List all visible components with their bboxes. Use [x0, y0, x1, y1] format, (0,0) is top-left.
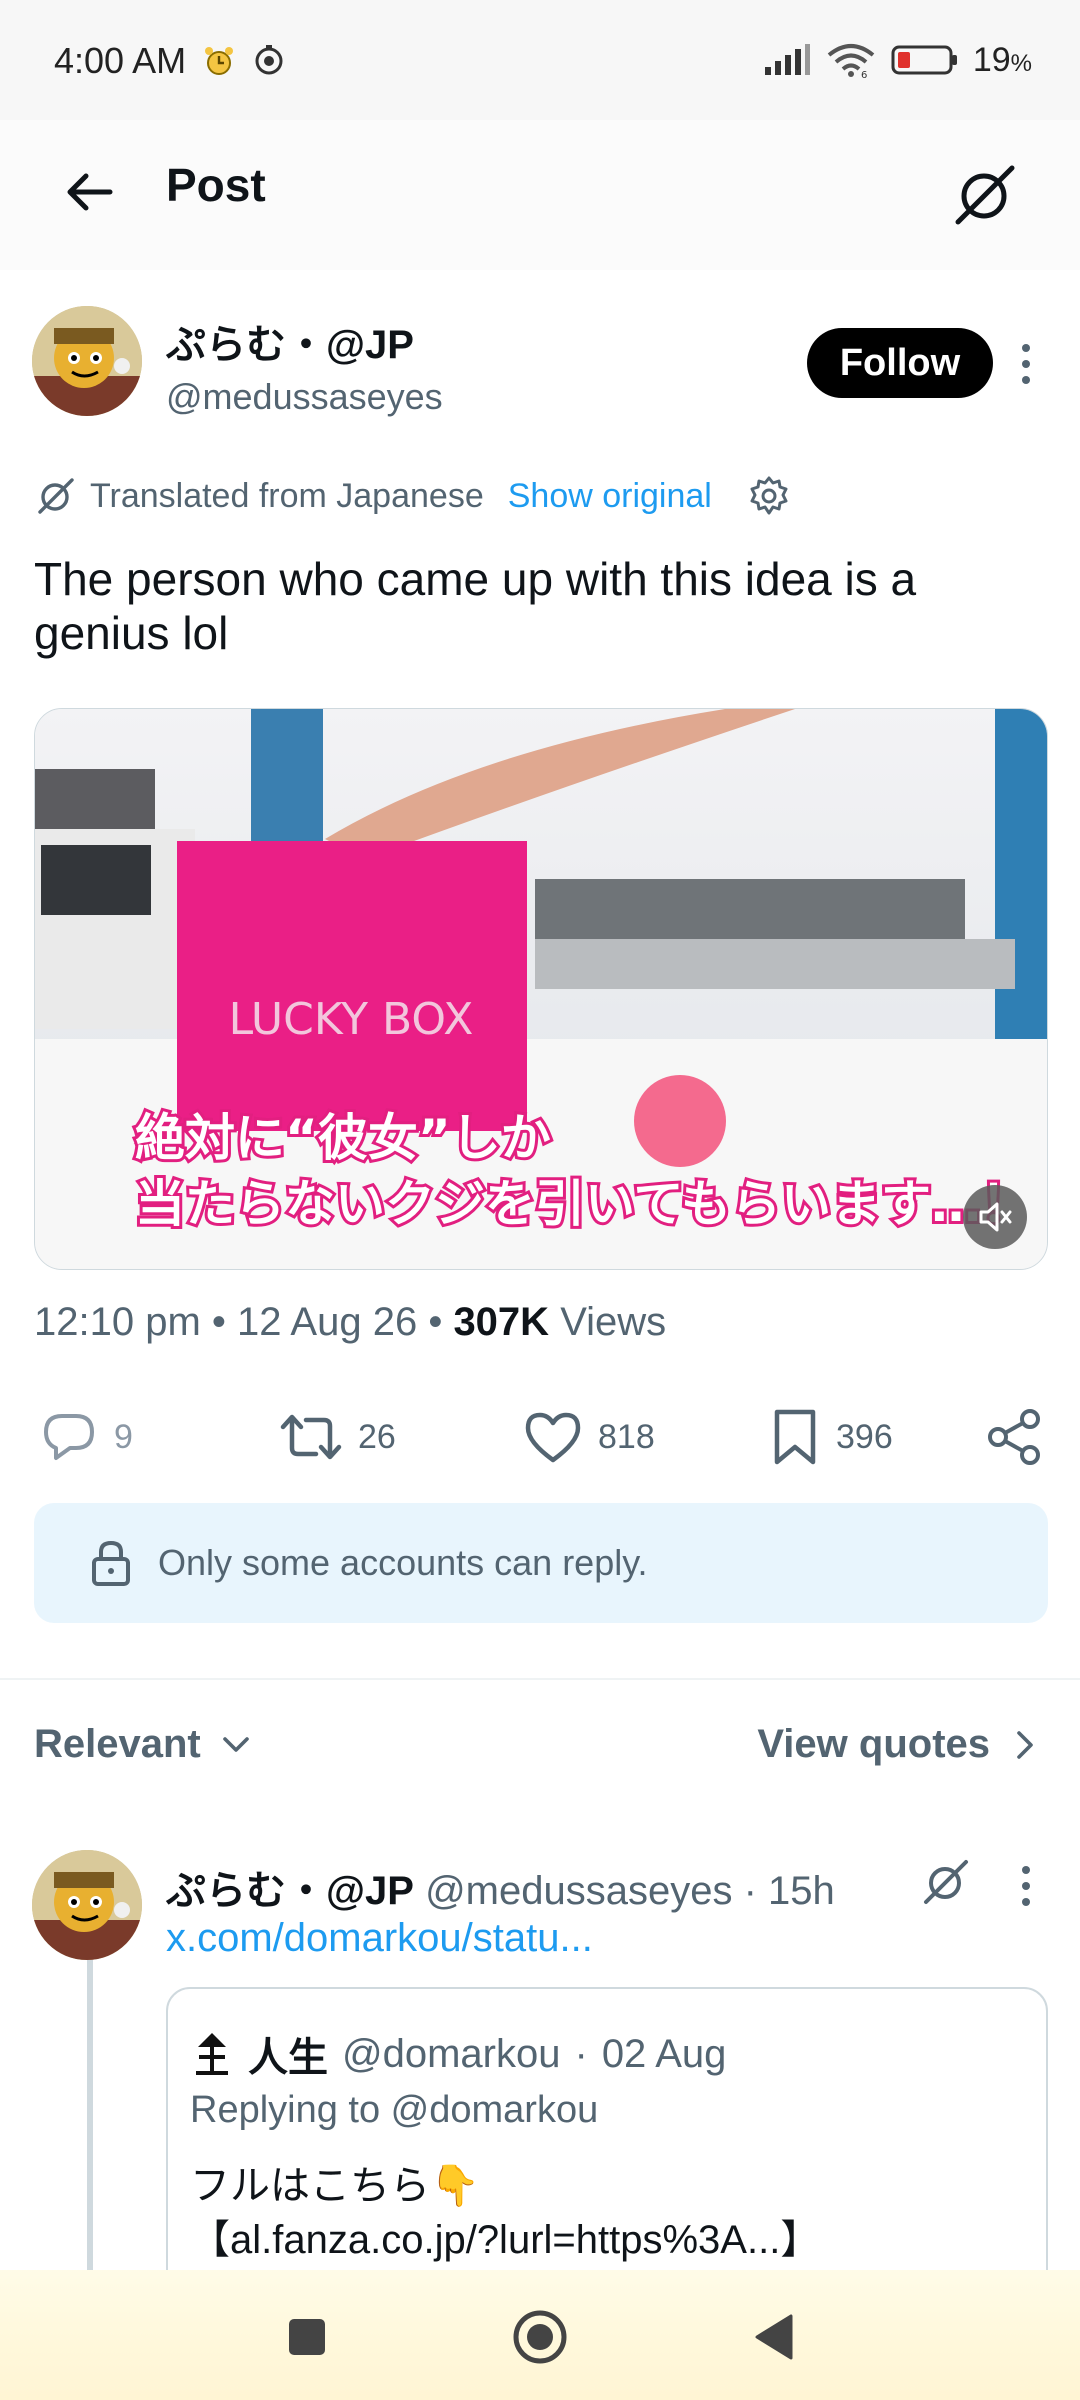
- circle-home-icon: [513, 2310, 567, 2364]
- battery-percent: 19%: [972, 40, 1032, 79]
- reply-restriction-banner: Only some accounts can reply.: [34, 1503, 1048, 1623]
- repost-icon: [280, 1414, 342, 1460]
- post-text: The person who came up with this idea is…: [34, 553, 917, 659]
- reply-count: 9: [114, 1417, 133, 1456]
- translated-label: Translated from Japanese: [90, 476, 484, 515]
- like-action[interactable]: 818: [524, 1405, 655, 1469]
- views-label: Views: [560, 1300, 667, 1344]
- status-time: 4:00 AM: [54, 40, 187, 81]
- grok-icon: [924, 1860, 968, 1904]
- bookmark-icon: [774, 1409, 816, 1465]
- dot: [1022, 1866, 1030, 1874]
- reply-author-handle[interactable]: @medussaseyes: [425, 1869, 732, 1913]
- caption-line-1: 絶対に“彼女”しか: [135, 1109, 551, 1167]
- signal-icon: [764, 44, 810, 75]
- repost-action[interactable]: 26: [280, 1405, 396, 1469]
- quoted-author-name: 人生: [248, 2036, 328, 2080]
- grok-button[interactable]: [940, 150, 1030, 240]
- sort-label: Relevant: [34, 1722, 201, 1766]
- reply-link[interactable]: x.com/domarkou/statu...: [166, 1916, 593, 1961]
- quoted-author-handle: @domarkou: [342, 2031, 561, 2076]
- arrow-left-icon: [67, 173, 113, 211]
- quoted-post-header: 人生 @domarkou · 02 Aug: [190, 2025, 726, 2083]
- dot: [1022, 1882, 1030, 1890]
- view-quotes-label: View quotes: [757, 1722, 990, 1766]
- show-original-link[interactable]: Show original: [508, 477, 712, 516]
- quoted-author-avatar: [190, 2029, 234, 2079]
- square-icon: [289, 2319, 325, 2355]
- nav-back-button[interactable]: [740, 2302, 810, 2372]
- repost-count: 26: [358, 1417, 396, 1456]
- share-icon: [988, 1409, 1040, 1465]
- thread-line: [87, 1960, 93, 2270]
- heart-icon: [525, 1412, 581, 1463]
- back-button[interactable]: [54, 156, 126, 228]
- reply-author-name[interactable]: ぷらむ・@JP: [166, 1869, 414, 1913]
- dot: [1022, 344, 1030, 352]
- alarm-icon: [205, 47, 233, 75]
- author-avatar[interactable]: [32, 306, 142, 416]
- caption-line-2: 当たらないクジを引いてもらいます…！: [135, 1175, 1031, 1233]
- author-name[interactable]: ぷらむ・@JP: [166, 312, 414, 370]
- bookmark-count: 396: [836, 1417, 893, 1456]
- dot: [1022, 1898, 1030, 1906]
- share-action[interactable]: [984, 1405, 1044, 1469]
- reply-author-avatar[interactable]: [32, 1850, 142, 1960]
- page-title: Post: [166, 159, 266, 211]
- sort-dropdown[interactable]: Relevant: [34, 1722, 253, 1767]
- post-time: 12:10 pm: [34, 1300, 201, 1344]
- battery-icon: [891, 45, 957, 75]
- quoted-line-2: 【al.fanza.co.jp/?lurl=https%3A...】: [190, 2218, 821, 2262]
- lucky-box-label: LUCKY BOX: [229, 994, 474, 1045]
- quoted-date: 02 Aug: [601, 2031, 727, 2076]
- reply-action[interactable]: 9: [40, 1405, 133, 1469]
- view-quotes-link[interactable]: View quotes: [757, 1722, 1040, 1767]
- reply-header: ぷらむ・@JP @medussaseyes · 15h: [166, 1869, 835, 1913]
- dot: [1022, 360, 1030, 368]
- more-options-button[interactable]: [1008, 336, 1044, 392]
- lock-icon: [86, 1538, 136, 1588]
- video-frame: LUCKY BOX 絶対に“彼女”しか 当たらないクジを引いてもらいます…！: [35, 709, 1047, 1269]
- reply-restriction-text: Only some accounts can reply.: [158, 1542, 648, 1583]
- status-right-cluster: 6 19%: [763, 38, 1032, 82]
- status-bar: 4:00 AM 6 19%: [0, 0, 1080, 120]
- triangle-back-icon: [755, 2314, 793, 2360]
- home-button[interactable]: [505, 2302, 575, 2372]
- post-meta: 12:10 pm • 12 Aug 26 • 307K Views: [34, 1300, 667, 1344]
- author-handle[interactable]: @medussaseyes: [166, 376, 443, 418]
- translation-row: Translated from Japanese Show original: [36, 472, 790, 520]
- reply-age: 15h: [768, 1869, 835, 1913]
- post-video[interactable]: LUCKY BOX 絶対に“彼女”しか 当たらないクジを引いてもらいます…！: [34, 708, 1048, 1270]
- chevron-down-icon: [222, 1736, 249, 1752]
- wifi-icon: 6: [827, 44, 875, 79]
- quoted-line-1: フルはこちら👇: [190, 2164, 480, 2208]
- post-date: 12 Aug 26: [237, 1300, 418, 1344]
- reply-icon: [44, 1414, 94, 1460]
- like-count: 818: [598, 1417, 655, 1456]
- follow-button[interactable]: Follow: [807, 328, 993, 398]
- recents-button[interactable]: [272, 2302, 342, 2372]
- grok-translate-icon: [38, 478, 74, 514]
- focus-mode-icon: [255, 45, 283, 75]
- app-header: Post: [0, 120, 1080, 270]
- grok-icon: [955, 165, 1015, 225]
- reply-grok-button[interactable]: [916, 1852, 976, 1912]
- quoted-replying-to: Replying to @domarkou: [190, 2089, 599, 2131]
- gear-icon[interactable]: [748, 475, 790, 517]
- chevron-right-icon: [1017, 1730, 1033, 1759]
- views-count: 307K: [453, 1300, 550, 1344]
- avatar-image: [32, 1850, 142, 1960]
- svg-text:6: 6: [861, 70, 867, 79]
- avatar-image: [32, 306, 142, 416]
- volume-mute-icon: [979, 1202, 1012, 1232]
- reply-more-options-button[interactable]: [1008, 1858, 1044, 1914]
- divider: [0, 1678, 1080, 1680]
- dot: [1022, 376, 1030, 384]
- quoted-post-text: フルはこちら👇 【al.fanza.co.jp/?lurl=https%3A..…: [190, 2159, 820, 2267]
- quoted-post-card[interactable]: 人生 @domarkou · 02 Aug Replying to @domarko…: [166, 1987, 1048, 2317]
- mute-button[interactable]: [963, 1185, 1027, 1249]
- bookmark-action[interactable]: 396: [770, 1405, 893, 1469]
